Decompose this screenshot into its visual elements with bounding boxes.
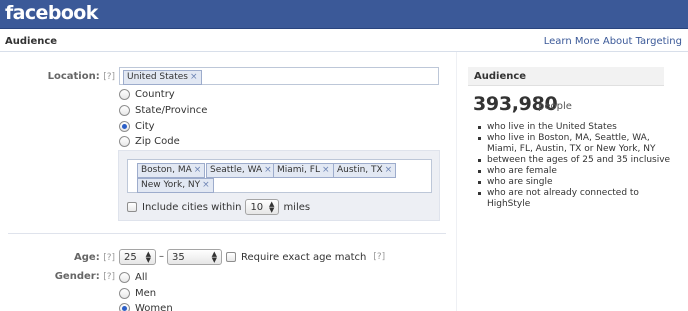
- radio-city[interactable]: City: [119, 119, 155, 133]
- column-divider: [456, 52, 457, 311]
- remove-token-icon[interactable]: ×: [322, 165, 330, 175]
- radio-label: All: [135, 271, 148, 283]
- city-token-label: Austin, TX: [337, 165, 383, 175]
- gender-help-link[interactable]: [?]: [103, 272, 115, 282]
- city-token: Boston, MA ×: [137, 163, 206, 178]
- radio-button[interactable]: [119, 271, 130, 283]
- remove-token-icon[interactable]: ×: [202, 180, 210, 190]
- criteria-item: who are not already connected to HighSty…: [476, 188, 676, 210]
- include-radius-label: Include cities within: [142, 201, 242, 213]
- radio-label: City: [135, 120, 155, 132]
- city-token: New York, NY ×: [137, 178, 214, 193]
- include-radius-checkbox[interactable]: [127, 202, 137, 212]
- section-header: Audience Learn More About Targeting: [0, 30, 688, 52]
- radio-button-selected[interactable]: [119, 302, 130, 311]
- location-label: Location: [?]: [20, 71, 115, 82]
- radio-label: Women: [135, 302, 173, 311]
- location-help-link[interactable]: [?]: [103, 72, 115, 82]
- city-token-label: New York, NY: [141, 180, 201, 190]
- criteria-item: who are female: [476, 166, 676, 177]
- age-label-text: Age:: [74, 252, 100, 263]
- exact-age-row: Require exact age match [?]: [226, 250, 385, 264]
- select-arrows-icon: ▲ ▼: [269, 200, 275, 214]
- radio-label: Zip Code: [135, 135, 180, 147]
- city-panel: Boston, MA × Seattle, WA × Miami, FL × Aust…: [118, 150, 440, 221]
- radio-button[interactable]: [119, 88, 130, 100]
- audience-criteria-list: who live in the United States who live i…: [476, 122, 676, 210]
- radio-button[interactable]: [119, 287, 130, 299]
- top-bar: facebook: [0, 0, 688, 29]
- city-token: Austin, TX ×: [333, 163, 397, 178]
- section-title: Audience: [5, 36, 58, 47]
- location-input[interactable]: United States ×: [119, 67, 439, 85]
- select-arrows-icon: ▲ ▼: [211, 250, 217, 264]
- gender-label: Gender: [?]: [20, 271, 115, 282]
- city-input[interactable]: Boston, MA × Seattle, WA × Miami, FL × Aust…: [127, 159, 432, 193]
- location-token: United States ×: [123, 70, 202, 85]
- radio-gender-all[interactable]: All: [119, 270, 147, 284]
- city-token: Seattle, WA ×: [206, 163, 276, 178]
- criteria-item: who are single: [476, 177, 676, 188]
- remove-token-icon[interactable]: ×: [264, 165, 272, 175]
- remove-token-icon[interactable]: ×: [385, 165, 393, 175]
- include-radius-row: Include cities within 10 ▲ ▼ miles: [127, 199, 311, 215]
- location-label-text: Location:: [47, 71, 100, 82]
- radio-zip-code[interactable]: Zip Code: [119, 134, 180, 148]
- radio-label: Men: [135, 287, 157, 299]
- radio-label: State/Province: [135, 104, 208, 116]
- exact-age-help-link[interactable]: [?]: [373, 252, 385, 262]
- city-token-label: Seattle, WA: [210, 165, 263, 175]
- radius-select[interactable]: 10 ▲ ▼: [245, 199, 280, 215]
- radio-button[interactable]: [119, 135, 130, 147]
- city-token-label: Miami, FL: [277, 165, 320, 175]
- radio-gender-men[interactable]: Men: [119, 286, 156, 300]
- age-min-select[interactable]: 25 ▲ ▼: [119, 249, 156, 265]
- radio-button-selected[interactable]: [119, 120, 130, 132]
- age-help-link[interactable]: [?]: [103, 253, 115, 263]
- exact-age-checkbox[interactable]: [226, 252, 236, 262]
- city-token-label: Boston, MA: [141, 165, 192, 175]
- radius-value: 10: [250, 201, 264, 213]
- learn-more-link[interactable]: Learn More About Targeting: [544, 36, 682, 47]
- radio-country[interactable]: Country: [119, 87, 175, 101]
- select-arrows-icon: ▲ ▼: [145, 250, 151, 264]
- age-min-value: 25: [124, 251, 137, 263]
- exact-age-label: Require exact age match: [241, 251, 367, 263]
- location-token-label: United States: [127, 72, 188, 82]
- city-token: Miami, FL ×: [273, 163, 334, 178]
- criteria-item: who live in the United States: [476, 122, 676, 133]
- age-label: Age: [?]: [20, 252, 115, 263]
- section-divider: [8, 233, 446, 234]
- age-max-value: 35: [172, 251, 185, 263]
- radio-label: Country: [135, 88, 175, 100]
- radio-state-province[interactable]: State/Province: [119, 103, 207, 117]
- criteria-item: between the ages of 25 and 35 inclusive: [476, 155, 676, 166]
- age-range-dash: –: [159, 251, 164, 262]
- audience-count-unit: people: [538, 101, 572, 112]
- radius-unit: miles: [283, 201, 311, 213]
- remove-token-icon[interactable]: ×: [190, 72, 198, 82]
- audience-panel-header: Audience: [468, 67, 664, 86]
- audience-panel-title: Audience: [474, 71, 527, 82]
- remove-token-icon[interactable]: ×: [194, 165, 202, 175]
- age-max-select[interactable]: 35 ▲ ▼: [167, 249, 222, 265]
- radio-gender-women[interactable]: Women: [119, 301, 173, 311]
- criteria-item: who live in Boston, MA, Seattle, WA, Mia…: [476, 133, 676, 155]
- facebook-logo[interactable]: facebook: [5, 2, 98, 24]
- gender-label-text: Gender:: [54, 271, 100, 282]
- radio-button[interactable]: [119, 104, 130, 116]
